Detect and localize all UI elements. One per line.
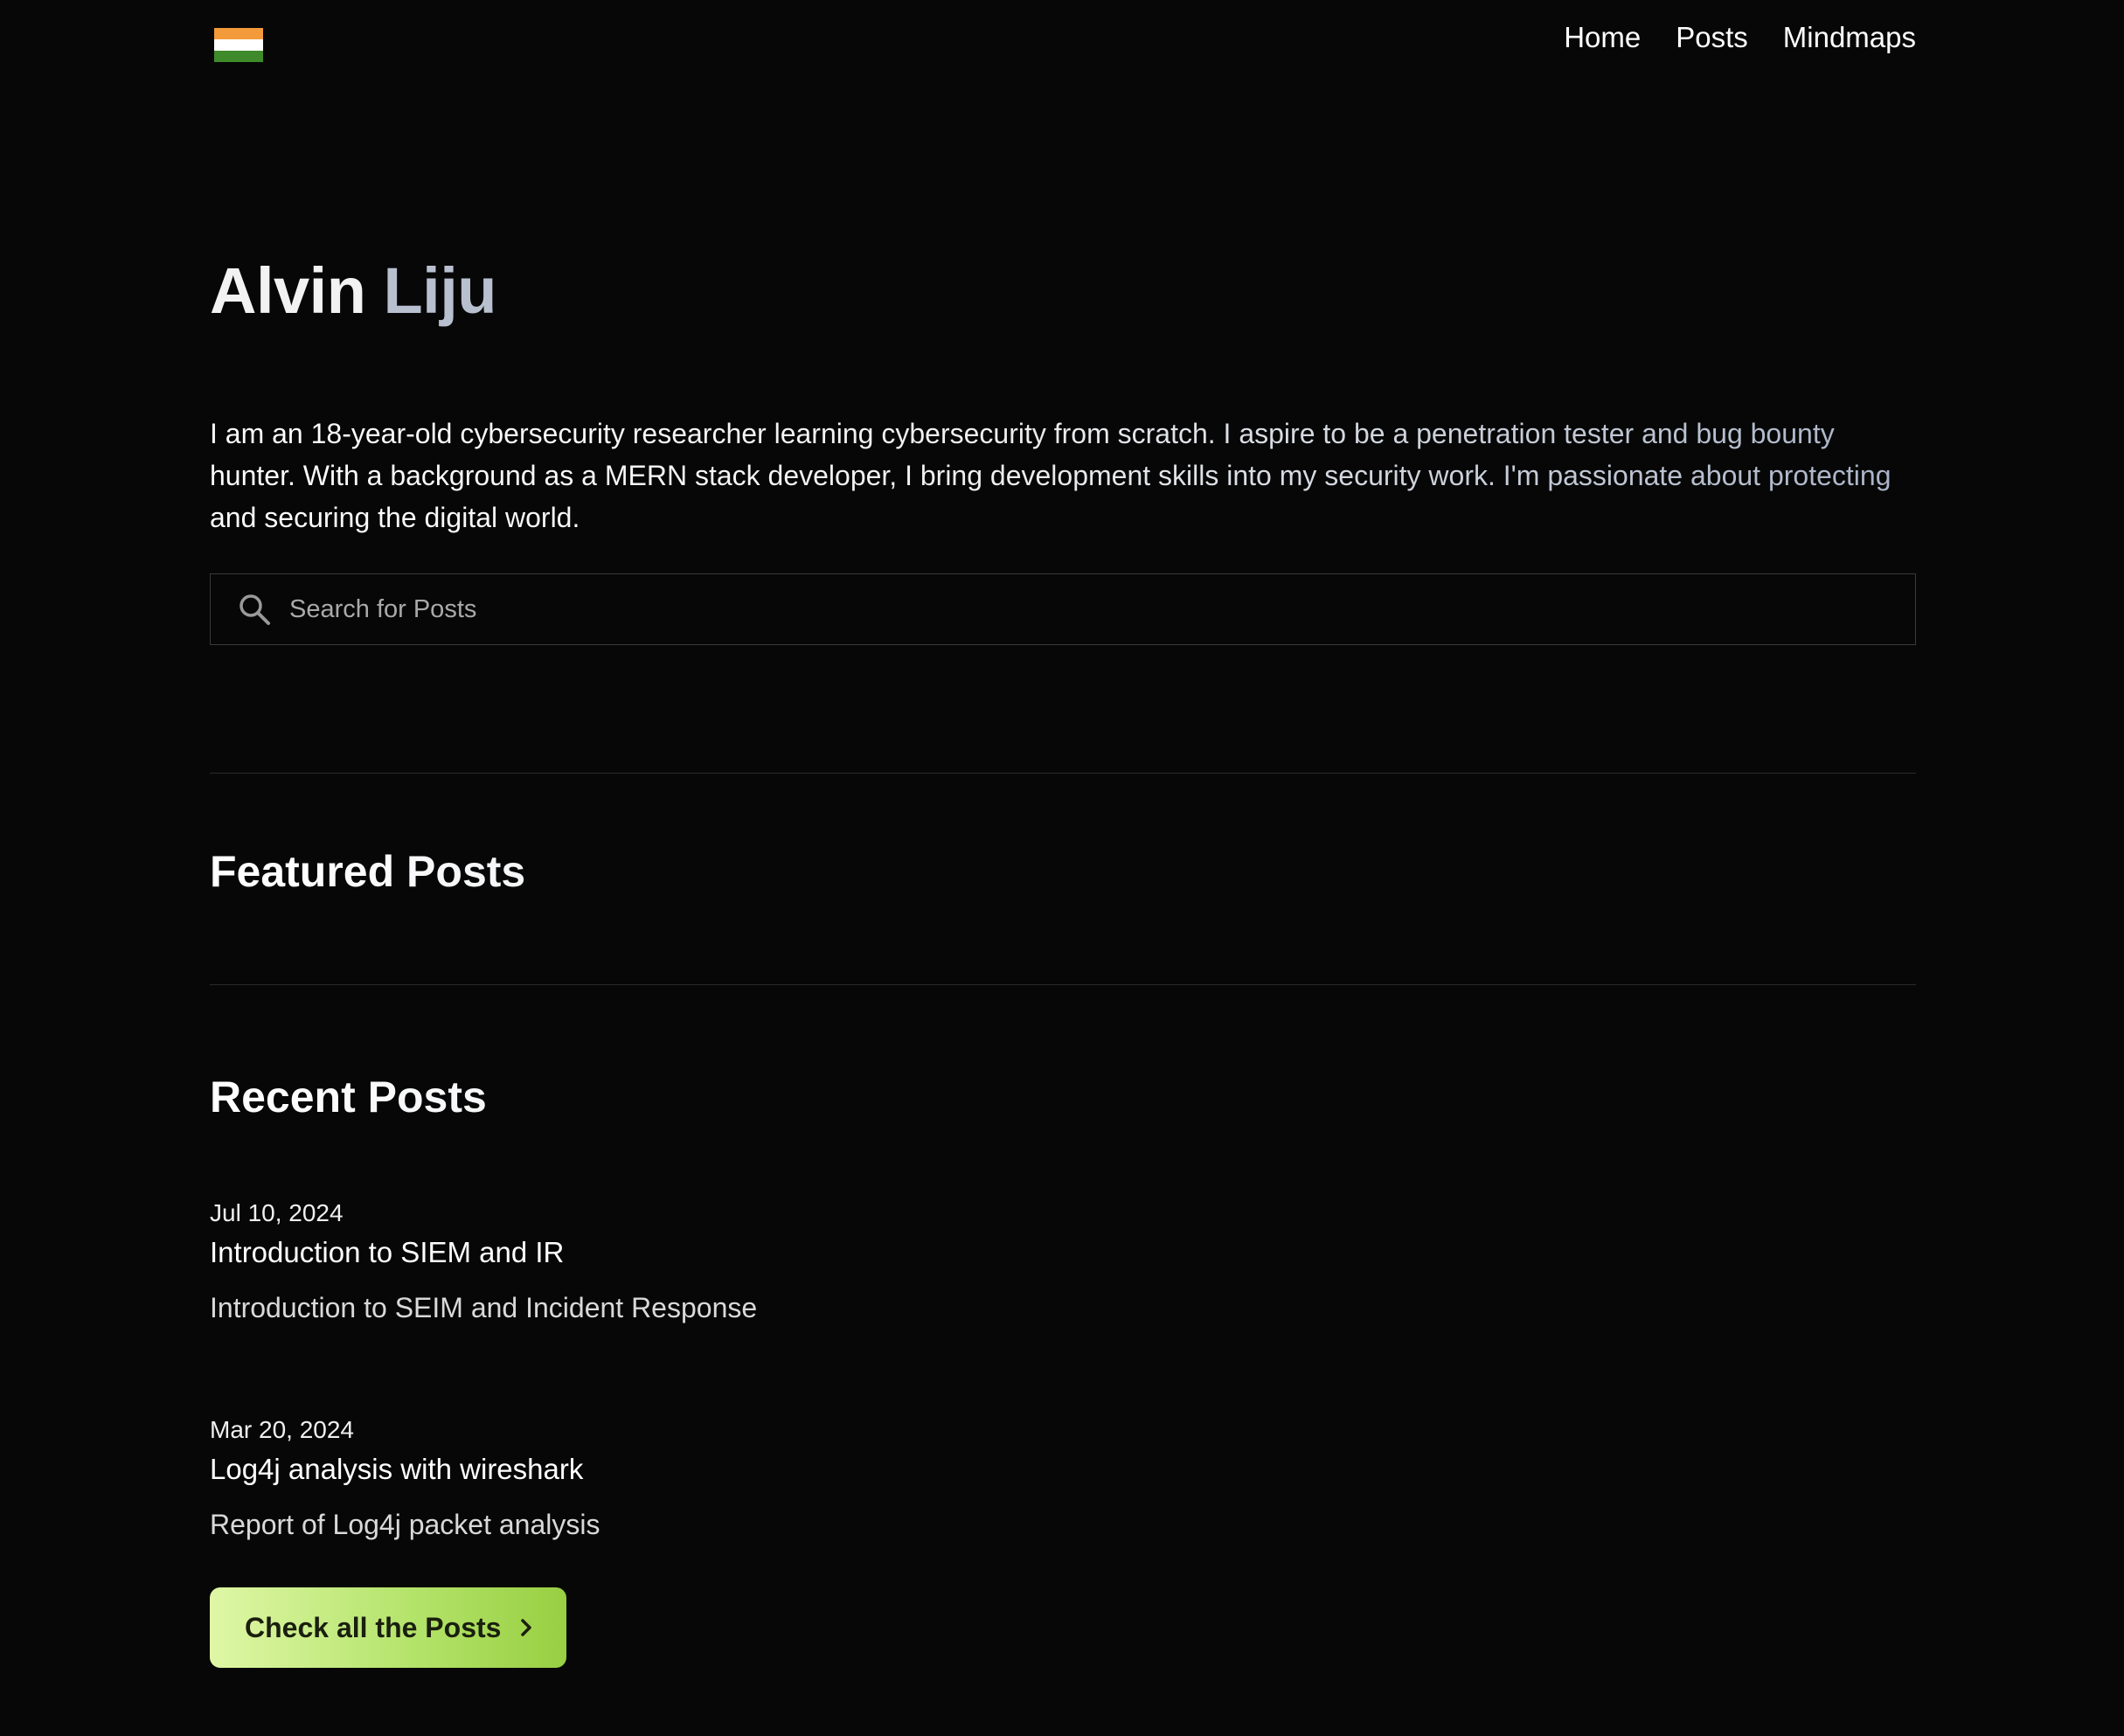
featured-posts-heading: Featured Posts [210, 850, 1916, 893]
chevron-right-icon [521, 1619, 532, 1636]
nav-link-mindmaps[interactable]: Mindmaps [1783, 21, 1916, 54]
nav-link-home[interactable]: Home [1564, 21, 1641, 54]
post-description: Report of Log4j packet analysis [210, 1509, 600, 1540]
flag-stripe-white [214, 39, 263, 51]
post-date: Mar 20, 2024 [210, 1416, 354, 1443]
section-divider [210, 984, 1916, 985]
post-description: Introduction to SEIM and Incident Respon… [210, 1292, 758, 1323]
search-icon [239, 594, 270, 625]
main-nav: Home Posts Mindmaps [1564, 21, 1916, 54]
site-logo-flag[interactable] [214, 28, 263, 62]
post-title-link[interactable]: Log4j analysis with wireshark [210, 1455, 583, 1483]
post-title-row: Introduction to SIEM and IR [210, 1238, 1916, 1267]
title-last-name: Liju [383, 254, 497, 327]
page-title: Alvin Liju [210, 259, 1916, 323]
nav-link-posts[interactable]: Posts [1676, 21, 1748, 54]
check-all-posts-button[interactable]: Check all the Posts [210, 1587, 566, 1668]
search-input[interactable] [288, 594, 1915, 625]
section-divider [210, 773, 1916, 774]
recent-posts-heading: Recent Posts [210, 1075, 1916, 1119]
title-first-name: Alvin [210, 254, 366, 327]
check-all-posts-label: Check all the Posts [245, 1611, 502, 1643]
flag-stripe-green [214, 51, 263, 62]
post-title-link[interactable]: Introduction to SIEM and IR [210, 1238, 564, 1267]
bio-paragraph: I am an 18-year-old cybersecurity resear… [210, 413, 1916, 538]
page: Home Posts Mindmaps Alvin Liju I am an 1… [0, 0, 2124, 1736]
search-box[interactable] [210, 573, 1916, 645]
post-date: Jul 10, 2024 [210, 1199, 344, 1226]
flag-stripe-saffron [214, 28, 263, 39]
site-header: Home Posts Mindmaps [210, 0, 1916, 87]
post-title-row: Log4j analysis with wireshark [210, 1455, 1916, 1483]
